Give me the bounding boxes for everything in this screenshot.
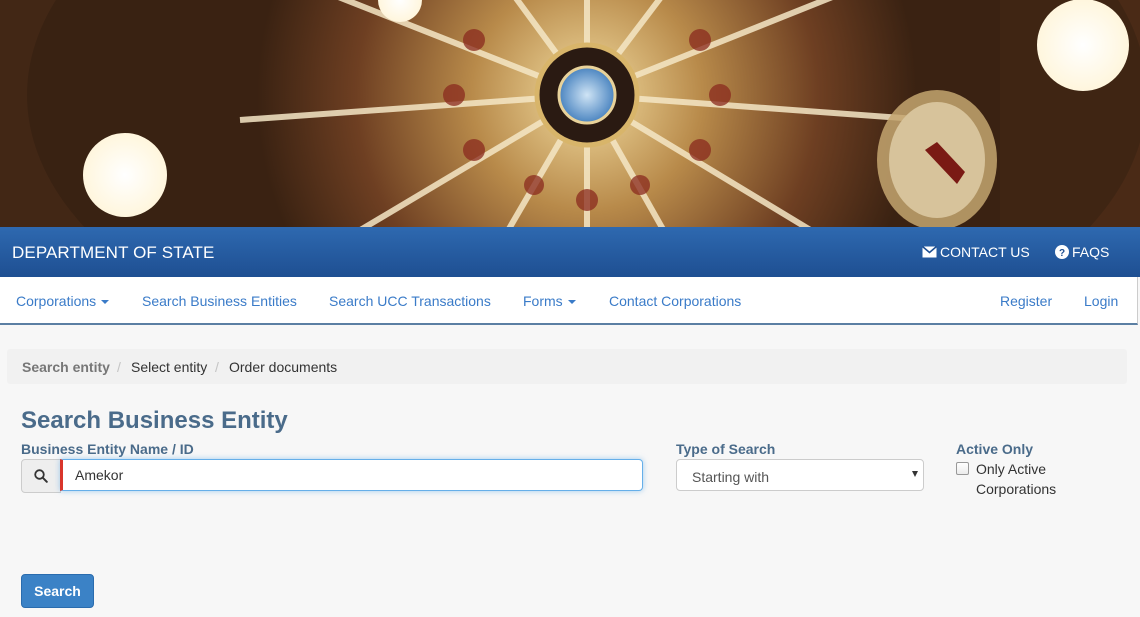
contact-us-label: CONTACT US xyxy=(940,244,1030,260)
svg-text:?: ? xyxy=(1059,248,1065,259)
breadcrumb-order-documents: Order documents xyxy=(229,359,338,375)
site-brand-title[interactable]: DEPARTMENT OF STATE xyxy=(12,243,214,263)
nav-forms-label: Forms xyxy=(523,293,563,309)
breadcrumb-separator: / xyxy=(215,359,219,375)
nav-register[interactable]: Register xyxy=(1000,293,1052,309)
main-navbar: Corporations Search Business Entities Se… xyxy=(0,277,1138,325)
type-of-search-label: Type of Search xyxy=(676,441,776,457)
question-circle-icon: ? xyxy=(1055,245,1069,259)
nav-corporations-dropdown[interactable]: Corporations xyxy=(16,293,110,309)
entity-name-label: Business Entity Name / ID xyxy=(21,441,194,457)
type-of-search-select[interactable]: Starting with xyxy=(676,459,924,491)
page-title: Search Business Entity xyxy=(21,407,288,434)
top-header-bar: DEPARTMENT OF STATE CONTACT US ? FAQS xyxy=(0,227,1140,277)
search-icon xyxy=(34,469,48,483)
envelope-icon xyxy=(922,246,937,258)
type-of-search-value: Starting with xyxy=(692,469,770,485)
nav-corporations-label: Corporations xyxy=(16,293,97,309)
only-active-checkbox[interactable] xyxy=(956,462,969,475)
active-only-label: Active Only xyxy=(956,441,1034,457)
contact-us-link[interactable]: CONTACT US xyxy=(922,244,1030,260)
nav-search-business-entities[interactable]: Search Business Entities xyxy=(142,293,297,309)
nav-forms-dropdown[interactable]: Forms xyxy=(523,293,576,309)
breadcrumb-select-entity: Select entity xyxy=(131,359,208,375)
faqs-label: FAQS xyxy=(1072,244,1110,260)
caret-down-icon xyxy=(101,300,110,305)
caret-down-icon xyxy=(567,300,576,305)
search-input-addon xyxy=(21,459,61,493)
dropdown-arrow-icon xyxy=(912,471,918,477)
entity-name-input[interactable] xyxy=(60,459,643,491)
breadcrumb: Search entity / Select entity / Order do… xyxy=(7,349,1127,384)
nav-search-ucc-transactions[interactable]: Search UCC Transactions xyxy=(329,293,491,309)
search-button[interactable]: Search xyxy=(21,574,94,608)
faqs-link[interactable]: ? FAQS xyxy=(1055,244,1109,260)
hero-banner-image xyxy=(0,0,1140,227)
nav-contact-corporations[interactable]: Contact Corporations xyxy=(609,293,741,309)
breadcrumb-separator: / xyxy=(117,359,121,375)
breadcrumb-search-entity: Search entity xyxy=(22,359,110,375)
nav-login[interactable]: Login xyxy=(1084,293,1118,309)
only-active-checkbox-label[interactable]: Only Active Corporations xyxy=(976,459,1086,499)
